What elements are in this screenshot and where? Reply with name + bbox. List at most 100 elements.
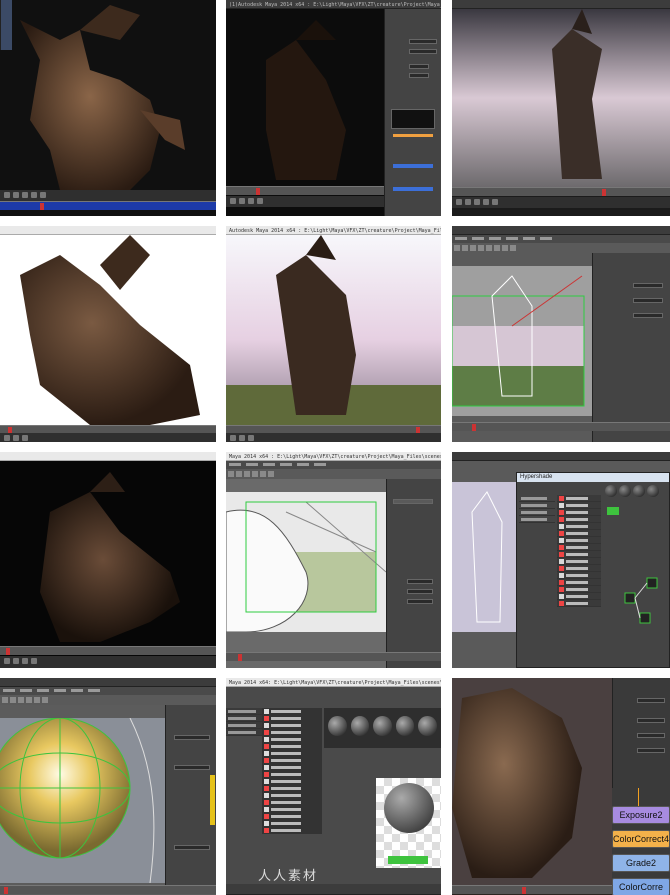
node-swatch-selected[interactable] [607, 507, 619, 515]
list-item[interactable] [262, 708, 322, 715]
tool-shelf[interactable] [226, 469, 441, 479]
list-item[interactable] [262, 778, 322, 785]
timeline[interactable] [0, 201, 216, 210]
list-item[interactable] [262, 792, 322, 799]
material-swatch[interactable] [619, 485, 631, 497]
list-item[interactable] [262, 736, 322, 743]
material-swatch[interactable] [633, 485, 645, 497]
list-item[interactable] [557, 565, 601, 572]
playback-controls[interactable] [452, 197, 670, 208]
list-item[interactable] [262, 799, 322, 806]
attr-field[interactable] [174, 845, 210, 850]
list-item[interactable] [262, 785, 322, 792]
main-menu[interactable] [452, 235, 670, 243]
hypershade-tree[interactable] [519, 495, 555, 523]
list-item[interactable] [557, 523, 601, 530]
node-grade[interactable]: Grade2 [612, 854, 670, 872]
color-slider[interactable] [393, 134, 433, 137]
node-exposure[interactable]: Exposure2 [612, 806, 670, 824]
material-swatch[interactable] [395, 716, 415, 736]
attr-field[interactable] [633, 298, 663, 303]
list-item[interactable] [519, 509, 555, 516]
list-item[interactable] [226, 715, 262, 722]
playback-controls[interactable] [226, 196, 384, 207]
node-colorcorrect-2[interactable]: ColorCorre [612, 878, 670, 895]
attr-field[interactable] [174, 735, 210, 740]
attr-field[interactable] [407, 599, 433, 604]
outliner[interactable] [226, 708, 262, 736]
attr-field[interactable] [393, 499, 433, 504]
attr-field[interactable] [633, 283, 663, 288]
list-item[interactable] [262, 771, 322, 778]
attr-field[interactable] [633, 313, 663, 318]
tool-shelf[interactable] [0, 695, 216, 705]
timeline[interactable] [0, 646, 216, 655]
timeline[interactable] [452, 187, 670, 196]
list-item[interactable] [557, 537, 601, 544]
list-item[interactable] [262, 729, 322, 736]
node-library-list[interactable] [557, 495, 601, 607]
list-item[interactable] [262, 827, 322, 834]
node-colorcorrect[interactable]: ColorCorrect4 [612, 830, 670, 848]
node-graph[interactable] [605, 573, 665, 643]
material-swatch[interactable] [418, 716, 437, 736]
list-item[interactable] [557, 502, 601, 509]
list-item[interactable] [519, 502, 555, 509]
list-item[interactable] [262, 820, 322, 827]
list-item[interactable] [557, 579, 601, 586]
list-item[interactable] [226, 722, 262, 729]
list-item[interactable] [557, 558, 601, 565]
node-library-list[interactable] [262, 708, 322, 834]
color-slider[interactable] [393, 164, 433, 168]
timeline[interactable] [226, 652, 441, 661]
main-menu[interactable] [226, 461, 441, 469]
list-item[interactable] [226, 708, 262, 715]
attr-field[interactable] [637, 718, 665, 723]
list-item[interactable] [519, 516, 555, 523]
attr-field[interactable] [637, 733, 665, 738]
attr-field[interactable] [409, 73, 429, 78]
list-item[interactable] [262, 722, 322, 729]
list-item[interactable] [262, 764, 322, 771]
main-menu[interactable] [0, 687, 216, 695]
material-swatches[interactable] [324, 708, 441, 748]
list-item[interactable] [557, 516, 601, 523]
list-item[interactable] [557, 530, 601, 537]
playback-controls[interactable] [0, 433, 216, 442]
list-item[interactable] [557, 495, 601, 502]
list-item[interactable] [262, 750, 322, 757]
list-item[interactable] [262, 813, 322, 820]
material-swatches[interactable] [605, 485, 669, 505]
color-swatch[interactable] [210, 775, 215, 825]
attr-field[interactable] [407, 579, 433, 584]
attr-field[interactable] [409, 49, 437, 54]
list-item[interactable] [262, 743, 322, 750]
list-item[interactable] [557, 586, 601, 593]
material-swatch[interactable] [350, 716, 370, 736]
attr-field[interactable] [637, 698, 665, 703]
timeline[interactable] [452, 885, 612, 894]
attr-field[interactable] [409, 39, 437, 44]
node-graph[interactable]: Exposure2 ColorCorrect4 Grade2 ColorCorr… [612, 788, 670, 895]
list-item[interactable] [262, 757, 322, 764]
list-item[interactable] [557, 509, 601, 516]
color-slider[interactable] [393, 187, 433, 191]
attr-field[interactable] [174, 765, 210, 770]
attr-field[interactable] [637, 748, 665, 753]
timeline[interactable] [226, 186, 384, 195]
playback-controls[interactable] [0, 190, 216, 201]
playback-controls[interactable] [226, 433, 441, 442]
attr-field[interactable] [407, 589, 433, 594]
list-item[interactable] [557, 551, 601, 558]
material-swatch[interactable] [605, 485, 617, 497]
attr-field[interactable] [409, 64, 429, 69]
playback-controls[interactable] [0, 656, 216, 668]
timeline[interactable] [452, 422, 670, 431]
tool-shelf[interactable] [452, 243, 670, 253]
list-item[interactable] [226, 729, 262, 736]
list-item[interactable] [557, 593, 601, 600]
list-item[interactable] [557, 572, 601, 579]
list-item[interactable] [262, 806, 322, 813]
material-swatch[interactable] [647, 485, 659, 497]
list-item[interactable] [557, 544, 601, 551]
